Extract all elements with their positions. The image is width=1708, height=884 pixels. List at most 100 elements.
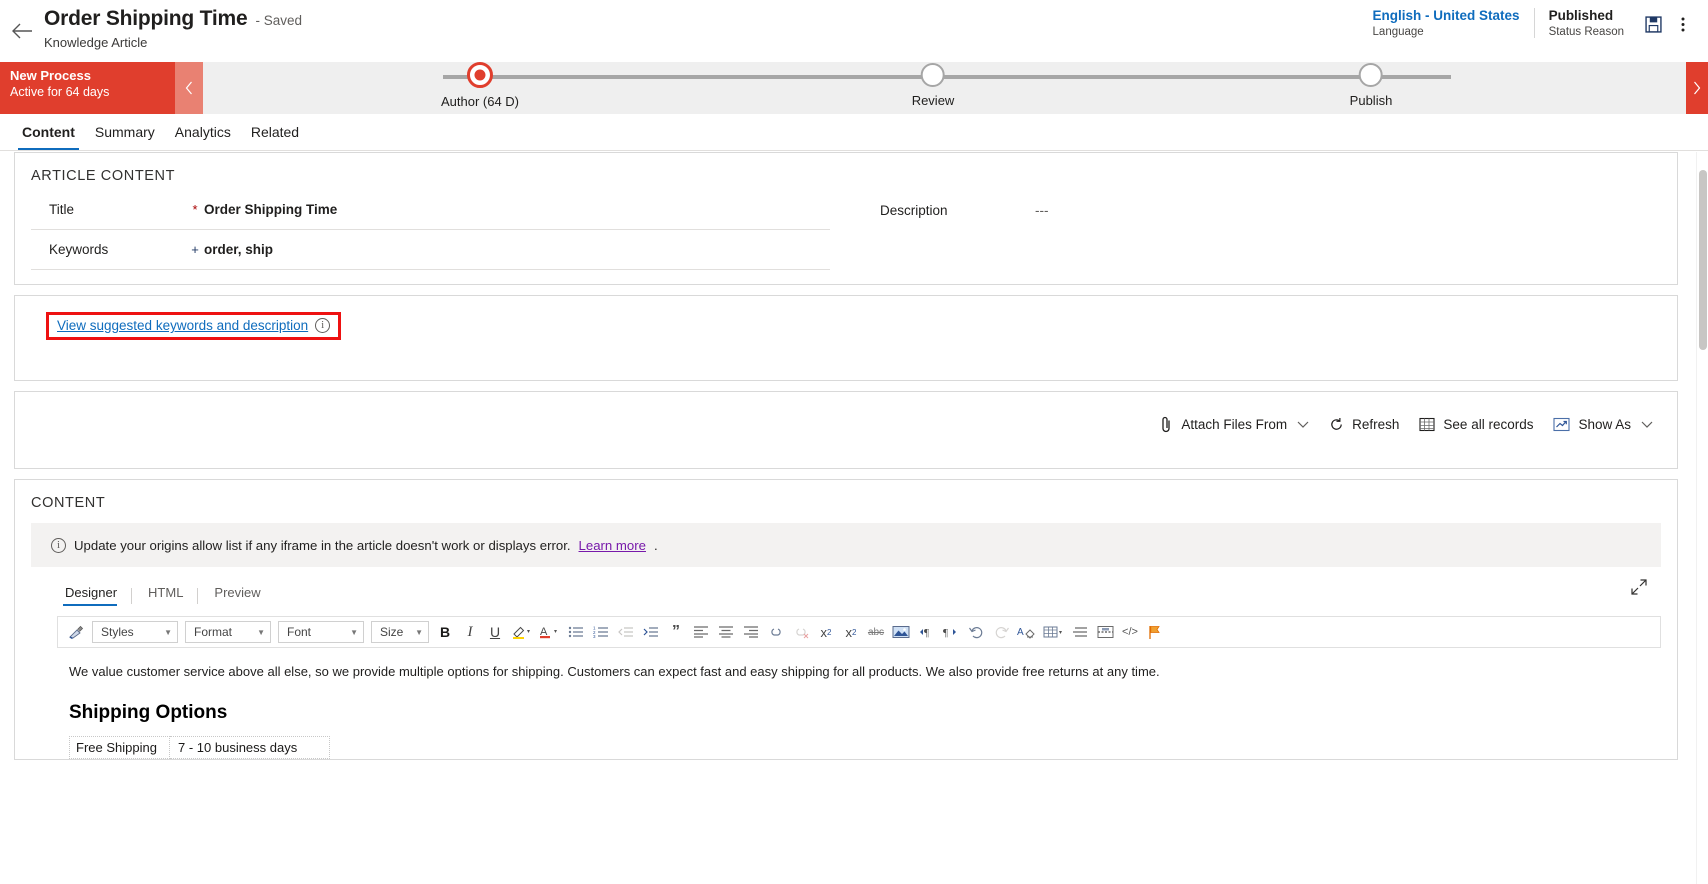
editor-tab-html[interactable]: HTML: [146, 585, 197, 606]
bpf-stage-review[interactable]: Review: [912, 62, 954, 108]
superscript-button[interactable]: x2: [814, 620, 838, 644]
flag-button[interactable]: [1143, 620, 1167, 644]
numbered-list-button[interactable]: 1 2 3: [589, 620, 613, 644]
refresh-button[interactable]: Refresh: [1319, 413, 1409, 436]
tab-label: Analytics: [174, 124, 231, 140]
chart-view-icon: [1553, 417, 1571, 432]
insert-table-button[interactable]: [1040, 620, 1067, 644]
align-left-button[interactable]: [689, 620, 713, 644]
show-as-button[interactable]: Show As: [1543, 413, 1663, 436]
bpf-stage-summary[interactable]: New Process Active for 64 days: [0, 62, 175, 114]
tab-divider: [197, 587, 199, 604]
undo-button[interactable]: [964, 620, 988, 644]
numbered-list-icon: 1 2 3: [593, 626, 608, 639]
redo-icon: [995, 627, 1009, 639]
record-title-block: Order Shipping Time - Saved Knowledge Ar…: [44, 0, 302, 50]
bpf-active-stage-icon: [466, 62, 493, 88]
page-break-button[interactable]: [1093, 620, 1117, 644]
align-right-button[interactable]: [739, 620, 763, 644]
tab-related[interactable]: Related: [241, 114, 309, 150]
chevron-down-icon: ▼: [257, 627, 265, 637]
source-code-button[interactable]: </>: [1118, 620, 1142, 644]
horizontal-rule-button[interactable]: [1068, 620, 1092, 644]
attach-files-from-button[interactable]: Attach Files From: [1150, 412, 1319, 437]
subscript-button[interactable]: x2: [839, 620, 863, 644]
body-paragraph: We value customer service above all else…: [69, 664, 1160, 679]
see-all-records-button[interactable]: See all records: [1409, 413, 1543, 436]
field-value: order, ship: [204, 242, 274, 257]
underline-button[interactable]: U: [483, 620, 507, 644]
grid-icon: [1419, 417, 1435, 432]
italic-button[interactable]: I: [458, 620, 482, 644]
shipping-options-table: Free Shipping 7 - 10 business days: [69, 735, 330, 759]
field-title[interactable]: Title * Order Shipping Time: [31, 190, 830, 230]
vertical-scrollbar[interactable]: [1696, 152, 1708, 884]
entity-name: Knowledge Article: [44, 35, 148, 50]
shipping-option-name: Free Shipping: [69, 735, 170, 759]
paragraph-rtl-icon: ¶: [943, 627, 956, 639]
bpf-collapse-button[interactable]: [175, 62, 203, 114]
learn-more-link[interactable]: Learn more: [579, 538, 646, 553]
block-quote-button[interactable]: ”: [664, 620, 688, 644]
bold-button[interactable]: B: [433, 620, 457, 644]
unlink-button[interactable]: [789, 620, 813, 644]
back-button[interactable]: [0, 0, 44, 62]
scrollbar-thumb[interactable]: [1699, 170, 1707, 350]
bpf-track: Author (64 D) Review Publish: [203, 62, 1686, 114]
tab-analytics[interactable]: Analytics: [165, 114, 241, 150]
link-icon: [771, 628, 781, 636]
language-value[interactable]: English - United States: [1373, 8, 1520, 23]
undo-icon: [968, 627, 982, 639]
more-commands-button[interactable]: [1668, 9, 1698, 39]
more-vertical-icon: [1681, 17, 1685, 31]
align-center-button[interactable]: [714, 620, 738, 644]
format-painter-icon: [69, 625, 84, 639]
insert-link-button[interactable]: [764, 620, 788, 644]
view-suggested-keywords-link[interactable]: View suggested keywords and description: [57, 318, 308, 333]
styles-dropdown[interactable]: Styles ▼: [92, 621, 178, 643]
format-dropdown[interactable]: Format ▼: [185, 621, 271, 643]
bpf-stage-publish[interactable]: Publish: [1350, 62, 1392, 108]
text-direction-ltr-button[interactable]: ¶: [914, 620, 938, 644]
refresh-icon: [1329, 417, 1344, 432]
bulleted-list-button[interactable]: [564, 620, 588, 644]
language-field[interactable]: English - United States Language: [1359, 8, 1535, 38]
text-highlight-button[interactable]: [508, 620, 535, 644]
decrease-indent-button[interactable]: [614, 620, 638, 644]
size-dropdown[interactable]: Size ▼: [371, 621, 429, 643]
expand-editor-button[interactable]: [1631, 579, 1647, 600]
table-icon: [1043, 626, 1062, 638]
editor-tab-designer[interactable]: Designer: [63, 585, 131, 606]
expand-diagonal-icon: [1631, 579, 1647, 595]
strikethrough-button[interactable]: abc: [864, 620, 888, 644]
bpf-next-stage-button[interactable]: [1686, 62, 1708, 114]
tab-content[interactable]: Content: [12, 114, 85, 150]
chevron-down-icon: ▼: [415, 627, 423, 637]
insert-image-button[interactable]: [889, 620, 913, 644]
tab-summary[interactable]: Summary: [85, 114, 165, 150]
command-label: Show As: [1578, 417, 1631, 432]
format-painter-button[interactable]: [64, 620, 88, 644]
save-button[interactable]: [1638, 9, 1668, 39]
field-description[interactable]: Description ---: [862, 190, 1661, 230]
font-color-button[interactable]: A: [536, 620, 563, 644]
origins-notice-bar: i Update your origins allow list if any …: [31, 523, 1661, 567]
remove-format-button[interactable]: A: [1014, 620, 1039, 644]
align-left-icon: [694, 626, 708, 638]
redo-button[interactable]: [989, 620, 1013, 644]
bpf-stage-author[interactable]: Author (64 D): [441, 62, 519, 109]
article-body-content[interactable]: We value customer service above all else…: [57, 648, 1661, 759]
info-circle-icon[interactable]: i: [315, 318, 331, 333]
increase-indent-button[interactable]: [639, 620, 663, 644]
chevron-down-icon: [1641, 419, 1653, 431]
article-content-heading: ARTICLE CONTENT: [31, 168, 176, 184]
paragraph-ltr-icon: ¶: [920, 627, 929, 639]
article-content-section: ARTICLE CONTENT Title * Order Shipping T…: [14, 152, 1678, 285]
text-direction-rtl-button[interactable]: ¶: [939, 620, 963, 644]
notice-text: Update your origins allow list if any if…: [74, 537, 571, 553]
font-dropdown[interactable]: Font ▼: [278, 621, 364, 643]
bpf-process-name: New Process: [10, 68, 91, 83]
field-keywords[interactable]: Keywords + order, ship: [31, 230, 830, 270]
editor-tab-preview[interactable]: Preview: [212, 585, 274, 606]
tab-divider: [131, 587, 133, 604]
